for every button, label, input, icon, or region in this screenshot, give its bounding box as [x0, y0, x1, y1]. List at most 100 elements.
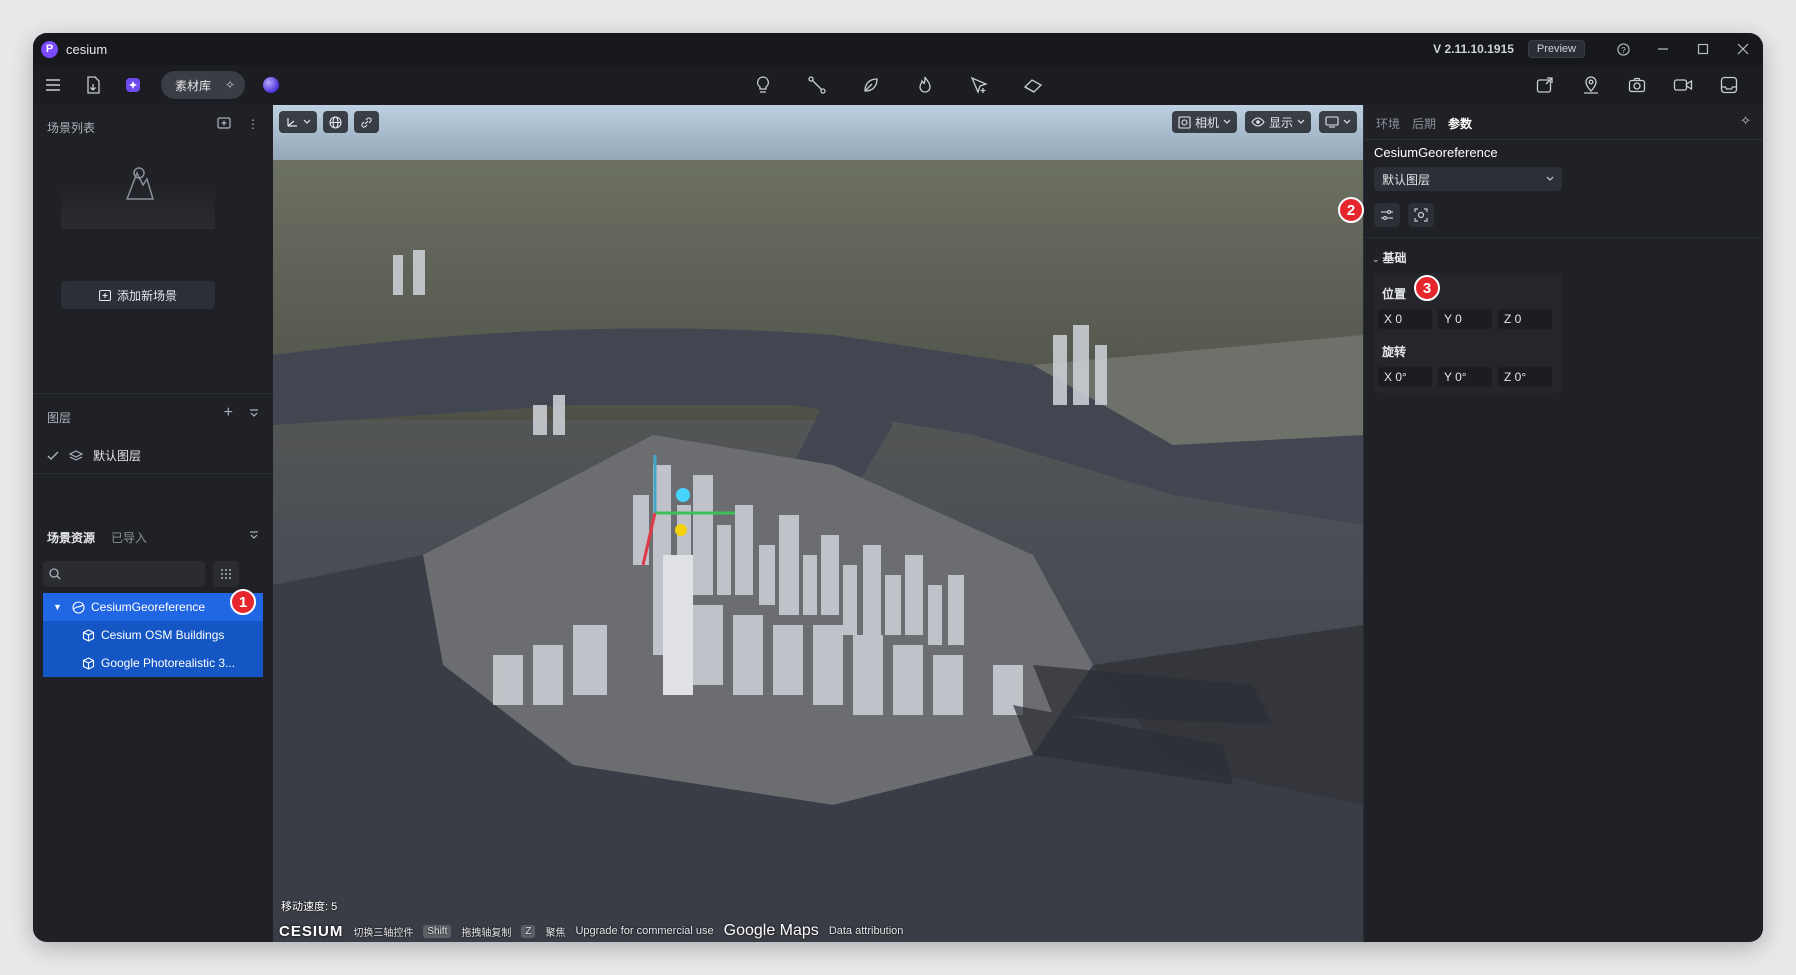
monitor-icon — [1325, 116, 1339, 128]
grid-view-button[interactable] — [213, 561, 239, 587]
measure-line-icon[interactable] — [797, 65, 837, 105]
layer-item-default[interactable]: 默认图层 — [47, 447, 141, 464]
tree-node-osm-buildings[interactable]: Cesium OSM Buildings — [43, 621, 263, 649]
close-icon[interactable] — [1723, 33, 1763, 65]
camera-frame-icon — [1178, 115, 1191, 129]
rotation-y-field[interactable]: Y 0° — [1438, 367, 1492, 387]
center-tool-group — [743, 65, 1053, 105]
layers-actions: + — [224, 405, 259, 421]
tab-imported[interactable]: 已导入 — [111, 529, 147, 546]
version-label: V 2.11.10.1915 — [1433, 42, 1514, 56]
tree-node-google-3d[interactable]: Google Photorealistic 3... — [43, 649, 263, 677]
viewport-right-tools: 相机 显示 — [1171, 111, 1357, 133]
add-scene-icon[interactable] — [217, 117, 231, 132]
leaf-icon[interactable] — [851, 65, 891, 105]
collapse-resources-icon[interactable] — [249, 529, 259, 543]
tree-node-label: Google Photorealistic 3... — [101, 656, 236, 670]
chevron-down-icon — [303, 119, 311, 124]
sliders-icon — [1381, 209, 1393, 221]
tab-parameters[interactable]: 参数 — [1448, 115, 1472, 132]
ai-orb-icon[interactable] — [263, 77, 280, 93]
more-options-icon[interactable]: ⋮ — [247, 117, 259, 132]
camera-dropdown[interactable]: 相机 — [1171, 111, 1237, 133]
basic-section-header[interactable]: ⌄ 基础 — [1372, 249, 1407, 266]
properties-button[interactable] — [1374, 203, 1400, 227]
share-image-icon[interactable] — [1525, 65, 1565, 105]
location-pin-icon[interactable] — [1571, 65, 1611, 105]
annotation-badge-2: 2 — [1338, 197, 1364, 223]
sparkle-icon: ✧ — [225, 78, 236, 92]
add-new-scene-button[interactable]: 添加新场景 — [61, 281, 215, 309]
layers-title: 图层 — [47, 411, 72, 425]
cursor-add-icon[interactable] — [959, 65, 999, 105]
position-z-field[interactable]: Z 0 — [1498, 309, 1552, 329]
chevron-down-icon — [1223, 119, 1231, 124]
check-icon[interactable] — [47, 451, 59, 461]
rotation-x-field[interactable]: X 0° — [1378, 367, 1432, 387]
assets-library-button[interactable]: 素材库 ✧ — [161, 71, 246, 99]
svg-text:?: ? — [1621, 44, 1626, 54]
divider — [33, 393, 273, 394]
chevron-down-icon — [1297, 119, 1305, 124]
empty-scene-icon — [125, 167, 155, 200]
basic-section-label: 基础 — [1382, 251, 1407, 265]
preview-button[interactable]: Preview — [1527, 40, 1585, 58]
world-space-button[interactable] — [323, 111, 348, 133]
maximize-icon[interactable] — [1683, 33, 1723, 65]
assets-library-label: 素材库 — [175, 78, 212, 93]
focus-frame-icon — [1414, 208, 1428, 222]
display-dropdown[interactable]: 显示 — [1244, 111, 1311, 133]
data-attribution-link[interactable]: Data attribution — [829, 925, 904, 937]
capture-button[interactable] — [1408, 203, 1434, 227]
cesium-logo[interactable]: CESIUM — [279, 923, 343, 940]
fire-icon[interactable] — [905, 65, 945, 105]
section-caret-icon: ⌄ — [1372, 254, 1380, 264]
tab-scene-resources[interactable]: 场景资源 — [47, 529, 95, 546]
rotation-fields: X 0° Y 0° Z 0° — [1378, 367, 1552, 387]
3d-viewport[interactable]: 相机 显示 移动速度: 5 CESIUM 切换三轴控件 Shift 拖拽轴复制 … — [273, 105, 1363, 942]
collapse-layers-icon[interactable] — [249, 407, 259, 421]
tab-environment[interactable]: 环境 — [1376, 115, 1400, 132]
search-input[interactable] — [43, 561, 205, 587]
position-y-field[interactable]: Y 0 — [1438, 309, 1492, 329]
ai-plugin-icon[interactable] — [113, 65, 153, 105]
add-layer-icon[interactable]: + — [224, 405, 233, 421]
right-panel-tabs: 环境 后期 参数 — [1376, 115, 1472, 132]
right-tool-group — [1525, 65, 1749, 105]
annotation-badge-1: 1 — [230, 589, 256, 615]
rotation-z-field[interactable]: Z 0° — [1498, 367, 1552, 387]
position-x-field[interactable]: X 0 — [1378, 309, 1432, 329]
cube-node-icon — [81, 656, 95, 670]
eraser-icon[interactable] — [1013, 65, 1053, 105]
selected-object-title: CesiumGeoreference — [1374, 145, 1498, 160]
snap-button[interactable] — [354, 111, 379, 133]
expand-caret-icon[interactable]: ▼ — [53, 602, 67, 612]
tab-post-processing[interactable]: 后期 — [1412, 115, 1436, 132]
menu-icon[interactable] — [33, 65, 73, 105]
layer-select[interactable]: 默认图层 — [1374, 167, 1562, 191]
minimize-icon[interactable] — [1643, 33, 1683, 65]
layer-select-value: 默认图层 — [1382, 172, 1431, 187]
drag-copy-hint: 拖拽轴复制 — [461, 927, 512, 939]
z-key-hint: Z — [521, 924, 536, 938]
camera-icon[interactable] — [1617, 65, 1657, 105]
link-icon — [361, 116, 372, 128]
empty-scene-placeholder — [61, 167, 215, 229]
add-new-scene-label: 添加新场景 — [116, 288, 177, 303]
bulb-icon[interactable] — [743, 65, 783, 105]
globe-icon — [329, 115, 342, 129]
help-icon[interactable]: ? — [1603, 33, 1643, 65]
globe-node-icon — [71, 600, 85, 614]
ai-sparkle-icon[interactable]: ✧ — [1740, 113, 1751, 129]
toggle-gizmo-hint: 切换三轴控件 — [353, 927, 414, 939]
upgrade-link[interactable]: Upgrade for commercial use — [575, 925, 713, 937]
transform-mode-button[interactable] — [279, 111, 317, 133]
layer-label: 默认图层 — [93, 449, 142, 463]
inbox-icon[interactable] — [1709, 65, 1749, 105]
search-icon — [49, 568, 61, 580]
file-export-icon[interactable] — [73, 65, 113, 105]
screen-settings-dropdown[interactable] — [1319, 111, 1357, 133]
eye-icon — [1251, 117, 1265, 127]
left-panel: 场景列表 ⋮ 添加新场景 图层 + 默认图层 场景资源 已导入 ▼ Cesium… — [33, 105, 274, 942]
video-icon[interactable] — [1663, 65, 1703, 105]
